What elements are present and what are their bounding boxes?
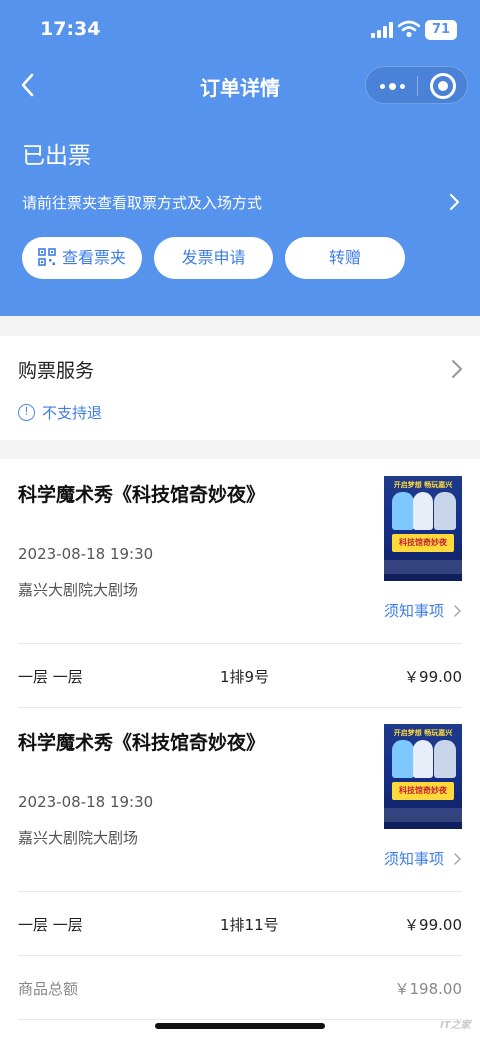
signal-icon: [371, 22, 393, 38]
chevron-right-icon: [454, 853, 461, 865]
poster-figure: [392, 492, 414, 530]
seat-position: 1排9号: [220, 668, 270, 686]
show-title: 科学魔术秀《科技馆奇妙夜》: [18, 484, 266, 506]
chevron-right-icon: [454, 605, 461, 617]
capsule-divider: [417, 76, 418, 96]
seat-position: 1排11号: [220, 916, 279, 934]
total-label: 商品总额: [18, 980, 79, 998]
page-title: 订单详情: [200, 76, 280, 100]
mini-program-capsule: [365, 66, 468, 104]
poster-top-text: 开启梦想 畅玩嘉兴: [393, 481, 453, 489]
order-header: 17:34 71 订单详情 已出票 请前往票夹查看取票方式及入场方式 查看票夹 …: [0, 0, 480, 316]
show-venue: 嘉兴大剧院大剧场: [18, 581, 139, 599]
view-ticket-wallet-label: 查看票夹: [61, 248, 126, 267]
back-button[interactable]: [14, 70, 44, 100]
divider: [18, 891, 462, 892]
status-bar: 17:34 71: [0, 0, 480, 60]
poster-footer: [384, 560, 462, 574]
poster-figure: [413, 492, 433, 530]
order-status: 已出票: [22, 143, 91, 169]
poster-figure: [434, 740, 456, 778]
show-datetime: 2023-08-18 19:30: [18, 545, 154, 563]
chevron-right-icon: [449, 193, 460, 211]
watermark: IT之家: [440, 1020, 471, 1031]
close-mini-program-button[interactable]: [430, 73, 456, 99]
service-title: 购票服务: [18, 360, 95, 382]
ticket-hint-row[interactable]: 请前往票夹查看取票方式及入场方式: [0, 182, 480, 222]
divider: [18, 707, 462, 708]
info-icon: !: [18, 404, 35, 421]
ticket-hint-text: 请前往票夹查看取票方式及入场方式: [22, 194, 263, 212]
notice-link[interactable]: 须知事项: [384, 848, 444, 869]
transfer-gift-button[interactable]: 转赠: [285, 237, 405, 279]
refund-policy-text: 不支持退: [42, 404, 103, 422]
show-poster[interactable]: 开启梦想 畅玩嘉兴 科技馆奇妙夜: [384, 724, 462, 829]
seat-level: 一层 一层: [18, 668, 83, 686]
poster-figure: [392, 740, 414, 778]
chevron-right-icon: [452, 360, 462, 378]
divider: [18, 955, 462, 956]
view-ticket-wallet-button[interactable]: 查看票夹: [22, 237, 142, 279]
show-poster[interactable]: 开启梦想 畅玩嘉兴 科技馆奇妙夜: [384, 476, 462, 581]
home-indicator: [155, 1023, 325, 1029]
battery-icon: 71: [425, 20, 457, 40]
notice-link[interactable]: 须知事项: [384, 600, 444, 621]
status-time: 17:34: [40, 18, 101, 40]
poster-top-text: 开启梦想 畅玩嘉兴: [393, 729, 453, 737]
poster-figure: [434, 492, 456, 530]
purchase-service-card[interactable]: 购票服务 ! 不支持退: [0, 336, 480, 440]
show-venue: 嘉兴大剧院大剧场: [18, 829, 139, 847]
ticket-price: ￥99.00: [404, 668, 462, 686]
more-button[interactable]: [374, 71, 410, 101]
nav-bar: 订单详情: [0, 60, 480, 110]
poster-figure: [413, 740, 433, 778]
tickets-card: 科学魔术秀《科技馆奇妙夜》 2023-08-18 19:30 嘉兴大剧院大剧场 …: [0, 459, 480, 1039]
invoice-request-button[interactable]: 发票申请: [154, 237, 273, 279]
poster-footer: [384, 808, 462, 822]
qr-code-icon: [38, 248, 56, 266]
poster-band: 科技馆奇妙夜: [392, 534, 454, 552]
divider: [18, 643, 462, 644]
seat-level: 一层 一层: [18, 916, 83, 934]
ticket-price: ￥99.00: [404, 916, 462, 934]
total-value: ￥198.00: [394, 980, 463, 998]
show-datetime: 2023-08-18 19:30: [18, 793, 154, 811]
poster-band: 科技馆奇妙夜: [392, 782, 454, 800]
wifi-icon: [398, 20, 420, 38]
divider: [18, 1019, 462, 1020]
show-title: 科学魔术秀《科技馆奇妙夜》: [18, 732, 266, 754]
